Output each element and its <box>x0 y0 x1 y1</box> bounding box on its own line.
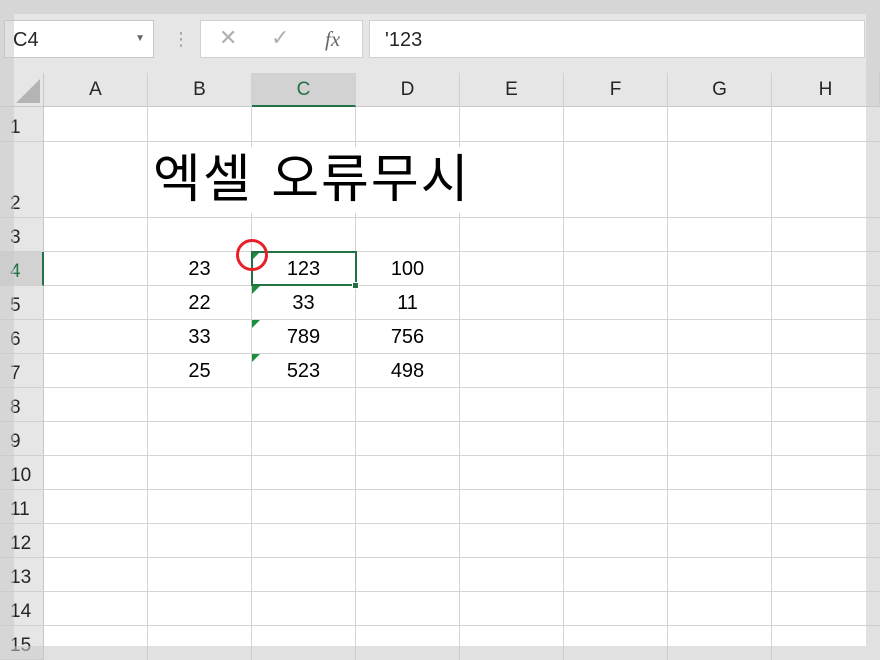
gridline <box>44 489 880 490</box>
column-header-b[interactable]: B <box>148 73 252 107</box>
gridline <box>44 455 880 456</box>
cell-d5[interactable]: 11 <box>356 286 459 319</box>
error-indicator-icon[interactable] <box>252 320 260 328</box>
cell-c7[interactable]: 523 <box>252 354 355 387</box>
cell-d4[interactable]: 100 <box>356 252 459 285</box>
column-header-d[interactable]: D <box>356 73 460 107</box>
formula-input-value: '123 <box>385 29 423 51</box>
gridline <box>771 107 772 660</box>
drag-handle-icon[interactable]: ⋮ <box>172 24 190 54</box>
frame-border <box>0 14 14 660</box>
cell-b2-title[interactable]: 엑셀 오류무시 <box>153 147 553 213</box>
error-indicator-icon[interactable] <box>252 354 260 362</box>
name-box[interactable]: C4 ▼ <box>4 20 154 58</box>
cell-b5[interactable]: 22 <box>148 286 251 319</box>
gridline <box>44 557 880 558</box>
cancel-icon[interactable]: ✕ <box>219 25 237 51</box>
name-box-value: C4 <box>13 29 39 51</box>
column-header-e[interactable]: E <box>460 73 564 107</box>
column-header-c[interactable]: C <box>252 73 356 107</box>
cell-c6[interactable]: 789 <box>252 320 355 353</box>
frame-border <box>14 646 866 660</box>
frame-border <box>866 14 880 660</box>
cell-d6[interactable]: 756 <box>356 320 459 353</box>
column-header-f[interactable]: F <box>564 73 668 107</box>
gridline <box>563 107 564 660</box>
gridline <box>44 141 880 142</box>
gridline <box>44 421 880 422</box>
column-header-g[interactable]: G <box>668 73 772 107</box>
cell-d7[interactable]: 498 <box>356 354 459 387</box>
gridline <box>44 523 880 524</box>
gridline <box>44 625 880 626</box>
frame-border <box>0 0 880 14</box>
formula-buttons: ✕ ✓ fx <box>200 20 363 58</box>
gridline <box>44 591 880 592</box>
gridline <box>44 217 880 218</box>
error-indicator-icon[interactable] <box>252 286 260 294</box>
select-all-icon <box>16 79 40 103</box>
chevron-down-icon[interactable]: ▼ <box>135 33 145 44</box>
gridline <box>44 387 880 388</box>
gridline <box>667 107 668 660</box>
formula-input[interactable]: '123 <box>369 20 865 58</box>
annotation-circle <box>236 239 268 271</box>
column-header-a[interactable]: A <box>44 73 148 107</box>
cell-b6[interactable]: 33 <box>148 320 251 353</box>
fill-handle[interactable] <box>352 282 359 289</box>
cell-c5[interactable]: 33 <box>252 286 355 319</box>
insert-function-icon[interactable]: fx <box>325 27 340 52</box>
enter-icon[interactable]: ✓ <box>271 25 289 51</box>
cell-b7[interactable]: 25 <box>148 354 251 387</box>
column-header-h[interactable]: H <box>772 73 880 107</box>
